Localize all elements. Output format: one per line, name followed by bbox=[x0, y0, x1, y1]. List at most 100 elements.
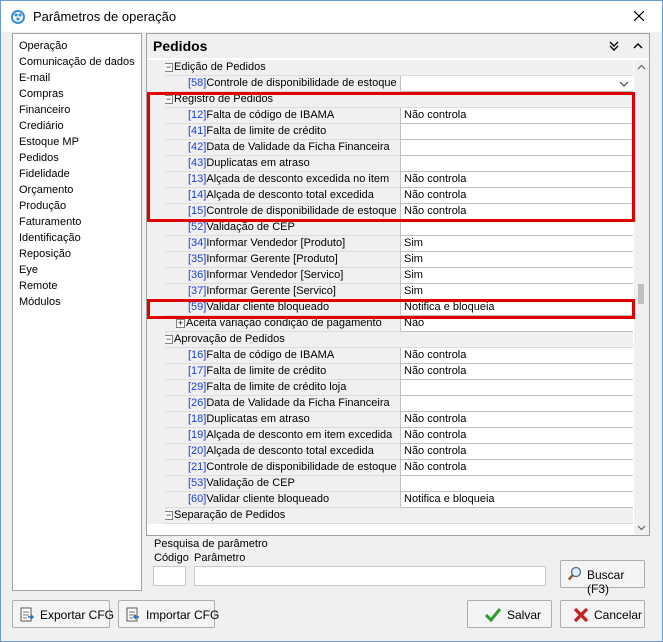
parameter-row[interactable]: [20]Alçada de desconto total excedida Não… bbox=[147, 444, 633, 460]
export-cfg-button[interactable]: Exportar CFG bbox=[12, 600, 114, 628]
parameter-row[interactable]: [16]Falta de código de IBAMA Não controla bbox=[147, 348, 633, 364]
parameter-row[interactable]: [41]Falta de limite de crédito bbox=[147, 124, 633, 140]
scroll-thumb[interactable] bbox=[638, 284, 644, 304]
parameter-value[interactable]: Notifica e bloqueia bbox=[400, 300, 633, 316]
parameter-value[interactable]: Não controla bbox=[400, 444, 633, 460]
parameter-row[interactable]: [58]Controle de disponibilidade de estoq… bbox=[147, 76, 633, 92]
parameter-value-text: Não controla bbox=[404, 109, 467, 121]
close-button[interactable] bbox=[617, 1, 662, 31]
parameter-value[interactable]: Não controla bbox=[400, 108, 633, 124]
chevron-up-icon[interactable] bbox=[631, 39, 645, 53]
import-cfg-button[interactable]: Importar CFG bbox=[118, 600, 219, 628]
scroll-up-icon[interactable] bbox=[634, 60, 649, 75]
parameter-value[interactable]: Não controla bbox=[400, 428, 633, 444]
parameter-search-input[interactable] bbox=[194, 566, 546, 586]
parameter-value[interactable] bbox=[400, 124, 633, 140]
parameter-row[interactable]: + Aceita variação condição de pagamento Nã… bbox=[147, 316, 633, 332]
nav-item[interactable]: Comunicação de dados bbox=[19, 54, 135, 70]
parameter-value[interactable] bbox=[400, 76, 633, 92]
parameter-value[interactable] bbox=[400, 220, 633, 236]
save-button[interactable]: Salvar bbox=[467, 600, 552, 628]
row-name-cell: − Separação de Pedidos bbox=[165, 508, 633, 524]
category-row[interactable]: − Edição de Pedidos bbox=[147, 60, 633, 76]
parameter-row[interactable]: [53]Validação de CEP bbox=[147, 476, 633, 492]
category-row[interactable]: − Aprovação de Pedidos bbox=[147, 332, 633, 348]
parameter-row[interactable]: [42]Data de Validade da Ficha Financeira bbox=[147, 140, 633, 156]
parameter-value[interactable]: Não controla bbox=[400, 460, 633, 476]
nav-item[interactable]: Crediário bbox=[19, 118, 64, 134]
category-row[interactable]: − Separação de Pedidos bbox=[147, 508, 633, 524]
vertical-scrollbar[interactable] bbox=[634, 60, 649, 535]
dropdown-chevron-icon[interactable] bbox=[619, 79, 629, 89]
parameter-value[interactable] bbox=[400, 476, 633, 492]
parameter-row[interactable]: [29]Falta de limite de crédito loja bbox=[147, 380, 633, 396]
parameter-row[interactable]: [15]Controle de disponibilidade de estoq… bbox=[147, 204, 633, 220]
nav-item[interactable]: Compras bbox=[19, 86, 64, 102]
parameter-value[interactable]: Sim bbox=[400, 284, 633, 300]
parameter-row[interactable]: [60]Validar cliente bloqueado Notifica e … bbox=[147, 492, 633, 508]
parameter-value[interactable]: Não controla bbox=[400, 348, 633, 364]
parameter-value[interactable]: Não controla bbox=[400, 172, 633, 188]
parameter-value[interactable]: Não bbox=[400, 316, 633, 332]
code-search-input[interactable] bbox=[153, 566, 186, 586]
parameter-row[interactable]: [43]Duplicatas em atraso bbox=[147, 156, 633, 172]
parameter-row[interactable]: [35]Informar Gerente [Produto] Sim bbox=[147, 252, 633, 268]
parameter-value[interactable]: Não controla bbox=[400, 188, 633, 204]
collapse-toggle-icon[interactable]: − bbox=[165, 63, 173, 72]
search-button[interactable]: Buscar (F3) bbox=[560, 560, 645, 596]
row-name-cell: + Aceita variação condição de pagamento bbox=[165, 316, 400, 332]
parameter-value[interactable]: Notifica e bloqueia bbox=[400, 492, 633, 508]
nav-item[interactable]: Orçamento bbox=[19, 182, 73, 198]
expand-toggle-icon[interactable]: + bbox=[176, 319, 185, 328]
parameter-value[interactable] bbox=[400, 380, 633, 396]
parameter-row[interactable]: [14]Alçada de desconto total excedida Não… bbox=[147, 188, 633, 204]
scroll-down-icon[interactable] bbox=[634, 520, 649, 535]
parameter-value[interactable] bbox=[400, 140, 633, 156]
nav-item[interactable]: Estoque MP bbox=[19, 134, 79, 150]
nav-item[interactable]: E-mail bbox=[19, 70, 50, 86]
parameter-row[interactable]: [52]Validação de CEP bbox=[147, 220, 633, 236]
import-document-icon bbox=[126, 607, 139, 622]
collapse-toggle-icon[interactable]: − bbox=[165, 511, 173, 520]
parameter-row[interactable]: [37]Informar Gerente [Servico] Sim bbox=[147, 284, 633, 300]
parameter-value[interactable]: Sim bbox=[400, 268, 633, 284]
row-gutter bbox=[147, 140, 165, 156]
parameter-row[interactable]: [17]Falta de limite de crédito Não contro… bbox=[147, 364, 633, 380]
nav-item[interactable]: Produção bbox=[19, 198, 66, 214]
collapse-toggle-icon[interactable]: − bbox=[165, 95, 173, 104]
nav-item[interactable]: Remote bbox=[19, 278, 58, 294]
nav-item[interactable]: Fidelidade bbox=[19, 166, 70, 182]
parameter-value[interactable]: Não controla bbox=[400, 412, 633, 428]
nav-item[interactable]: Eye bbox=[19, 262, 38, 278]
parameter-value[interactable]: Não controla bbox=[400, 364, 633, 380]
parameter-row[interactable]: [19]Alçada de desconto em item excedida N… bbox=[147, 428, 633, 444]
nav-item[interactable]: Reposição bbox=[19, 246, 71, 262]
parameter-row[interactable]: [59]Validar cliente bloqueado Notifica e … bbox=[147, 300, 633, 316]
parameter-row[interactable]: [21]Controle de disponibilidade de estoq… bbox=[147, 460, 633, 476]
parameter-row[interactable]: [34]Informar Vendedor [Produto] Sim bbox=[147, 236, 633, 252]
double-chevron-down-icon[interactable] bbox=[607, 39, 621, 53]
nav-item[interactable]: Identificação bbox=[19, 230, 81, 246]
parameter-text: [12]Falta de código de IBAMA bbox=[188, 108, 334, 123]
nav-item[interactable]: Operação bbox=[19, 38, 67, 54]
parameter-code: [17] bbox=[188, 365, 207, 377]
collapse-toggle-icon[interactable]: − bbox=[165, 335, 173, 344]
parameter-row[interactable]: [12]Falta de código de IBAMA Não controla bbox=[147, 108, 633, 124]
parameter-row[interactable]: [26]Data de Validade da Ficha Financeira bbox=[147, 396, 633, 412]
cancel-button[interactable]: Cancelar bbox=[560, 600, 645, 628]
parameter-value[interactable]: Sim bbox=[400, 252, 633, 268]
category-row[interactable]: − Registro de Pedidos bbox=[147, 92, 633, 108]
nav-item[interactable]: Financeiro bbox=[19, 102, 70, 118]
parameter-row[interactable]: [36]Informar Vendedor [Servico] Sim bbox=[147, 268, 633, 284]
parameter-value[interactable] bbox=[400, 156, 633, 172]
parameter-row[interactable]: [13]Alçada de desconto excedida no item N… bbox=[147, 172, 633, 188]
parameter-value-text: Não controla bbox=[404, 173, 467, 185]
parameter-value[interactable] bbox=[400, 396, 633, 412]
parameter-value[interactable]: Não controla bbox=[400, 204, 633, 220]
parameter-row[interactable]: [18]Duplicatas em atraso Não controla bbox=[147, 412, 633, 428]
nav-item[interactable]: Módulos bbox=[19, 294, 61, 310]
nav-item[interactable]: Faturamento bbox=[19, 214, 81, 230]
nav-item[interactable]: Pedidos bbox=[19, 150, 59, 166]
parameter-value[interactable]: Sim bbox=[400, 236, 633, 252]
row-gutter bbox=[147, 252, 165, 268]
